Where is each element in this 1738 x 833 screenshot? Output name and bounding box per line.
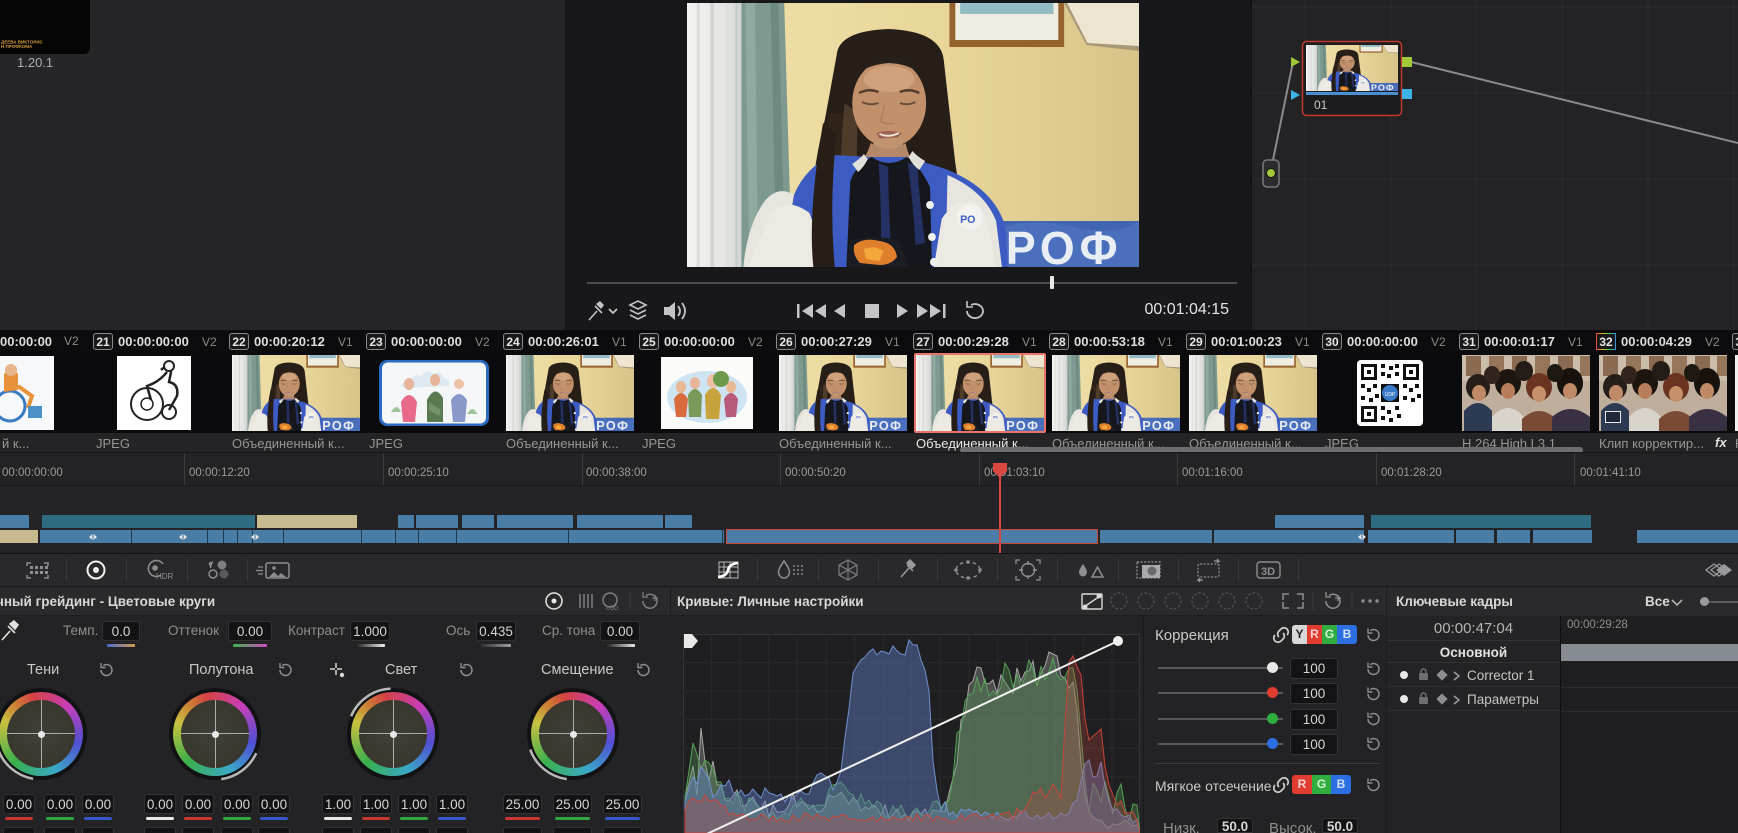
svg-text:3D: 3D — [1261, 566, 1275, 578]
svg-text:HDR: HDR — [156, 572, 174, 581]
svg-text:01: 01 — [1314, 98, 1328, 112]
svg-text:LOG: LOG — [606, 606, 619, 612]
